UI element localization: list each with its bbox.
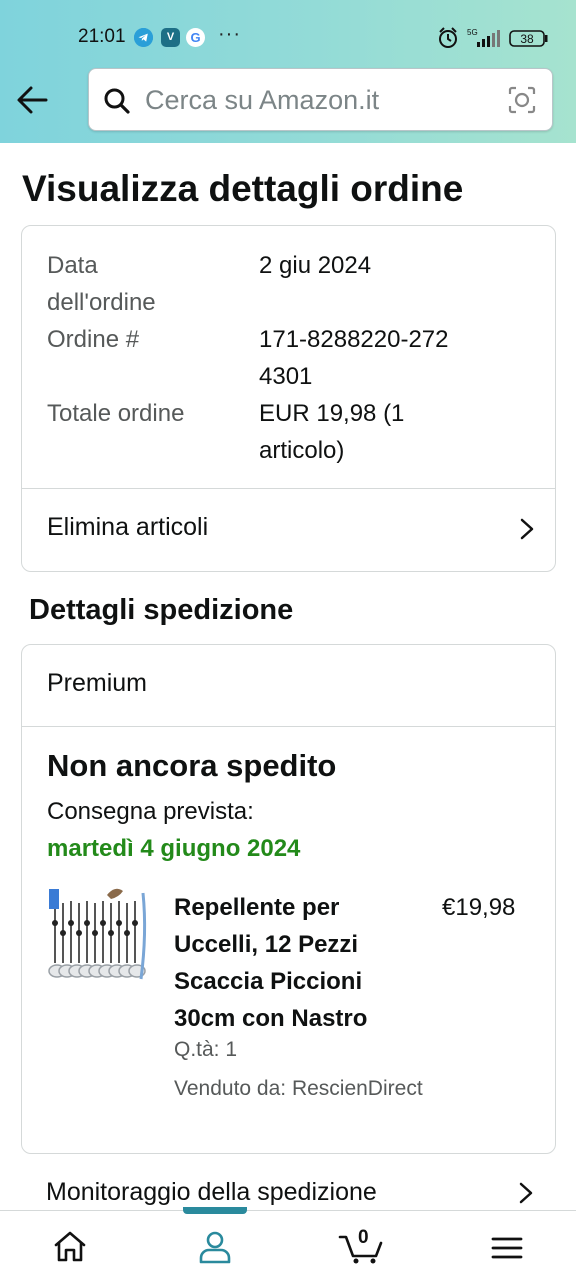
signal-icon [477,30,500,47]
home-icon [54,1231,86,1262]
alarm-icon [439,27,457,48]
status-time: 21:01 [78,26,126,47]
chevron-right-icon [520,518,534,540]
nav-cart[interactable]: 0 [338,1227,386,1265]
order-number-label: Ordine # [47,326,140,353]
product-price: €19,98 [442,894,516,921]
product-title[interactable]: Repellente per Uccelli, 12 Pezzi Scaccia… [174,889,414,1037]
battery-icon: 38 [509,30,548,47]
account-icon [199,1231,231,1264]
shipping-section-title: Dettagli spedizione [29,594,294,626]
delete-items-label: Elimina articoli [47,513,209,541]
tracking-label: Monitoraggio della spedizione [46,1178,377,1206]
search-icon [104,88,130,114]
divider [22,726,555,727]
svg-text:38: 38 [520,32,534,46]
svg-text:G: G [190,30,200,45]
search-input[interactable] [145,79,485,121]
status-bar: 21:01 V G ··· 5G 38 [0,22,576,54]
more-notifications-icon: ··· [218,23,241,45]
chevron-right-icon [519,1182,533,1204]
search-bar[interactable] [88,68,553,131]
camera-icon[interactable] [507,85,537,115]
status-icons: 5G 38 [439,27,548,48]
delivery-date: martedì 4 giugno 2024 [47,835,301,862]
delivery-label: Consegna prevista: [47,798,254,825]
cart-count: 0 [358,1227,369,1248]
order-date-label: Data dell'ordine [47,252,156,316]
order-number-value: 171-8288220-2724301 [259,326,449,390]
tracking-row[interactable]: Monitoraggio della spedizione [21,1164,556,1214]
order-summary-card: Data dell'ordine 2 giu 2024 Ordine # 171… [21,225,556,572]
v-app-icon: V [161,28,180,47]
product-quantity: Q.tà: 1 [174,1038,238,1061]
google-icon: G [186,28,205,47]
top-header: 21:01 V G ··· 5G 38 [0,0,576,143]
nav-menu[interactable] [487,1229,527,1265]
order-total-value: EUR 19,98 (1 articolo) [259,400,405,464]
page-title: Visualizza dettagli ordine [22,168,464,209]
product-seller: Venduto da: RescienDirect [174,1077,423,1100]
bottom-navigation: 0 [0,1207,576,1280]
shipment-card: Premium Non ancora spedito Consegna prev… [21,644,556,1154]
shipment-status: Non ancora spedito [47,748,337,783]
active-tab-indicator [183,1207,247,1214]
order-total-label: Totale ordine [47,400,185,427]
svg-text:5G: 5G [467,28,478,37]
telegram-icon [134,28,153,47]
delete-items-row[interactable]: Elimina articoli [22,489,555,571]
arrow-left-icon [17,86,48,114]
order-date-value: 2 giu 2024 [259,252,372,279]
shipping-type: Premium [47,669,148,697]
product-image[interactable] [47,883,151,993]
nav-home[interactable] [50,1229,90,1265]
menu-icon [491,1237,523,1259]
nav-account[interactable] [195,1229,235,1265]
back-button[interactable] [14,82,52,118]
